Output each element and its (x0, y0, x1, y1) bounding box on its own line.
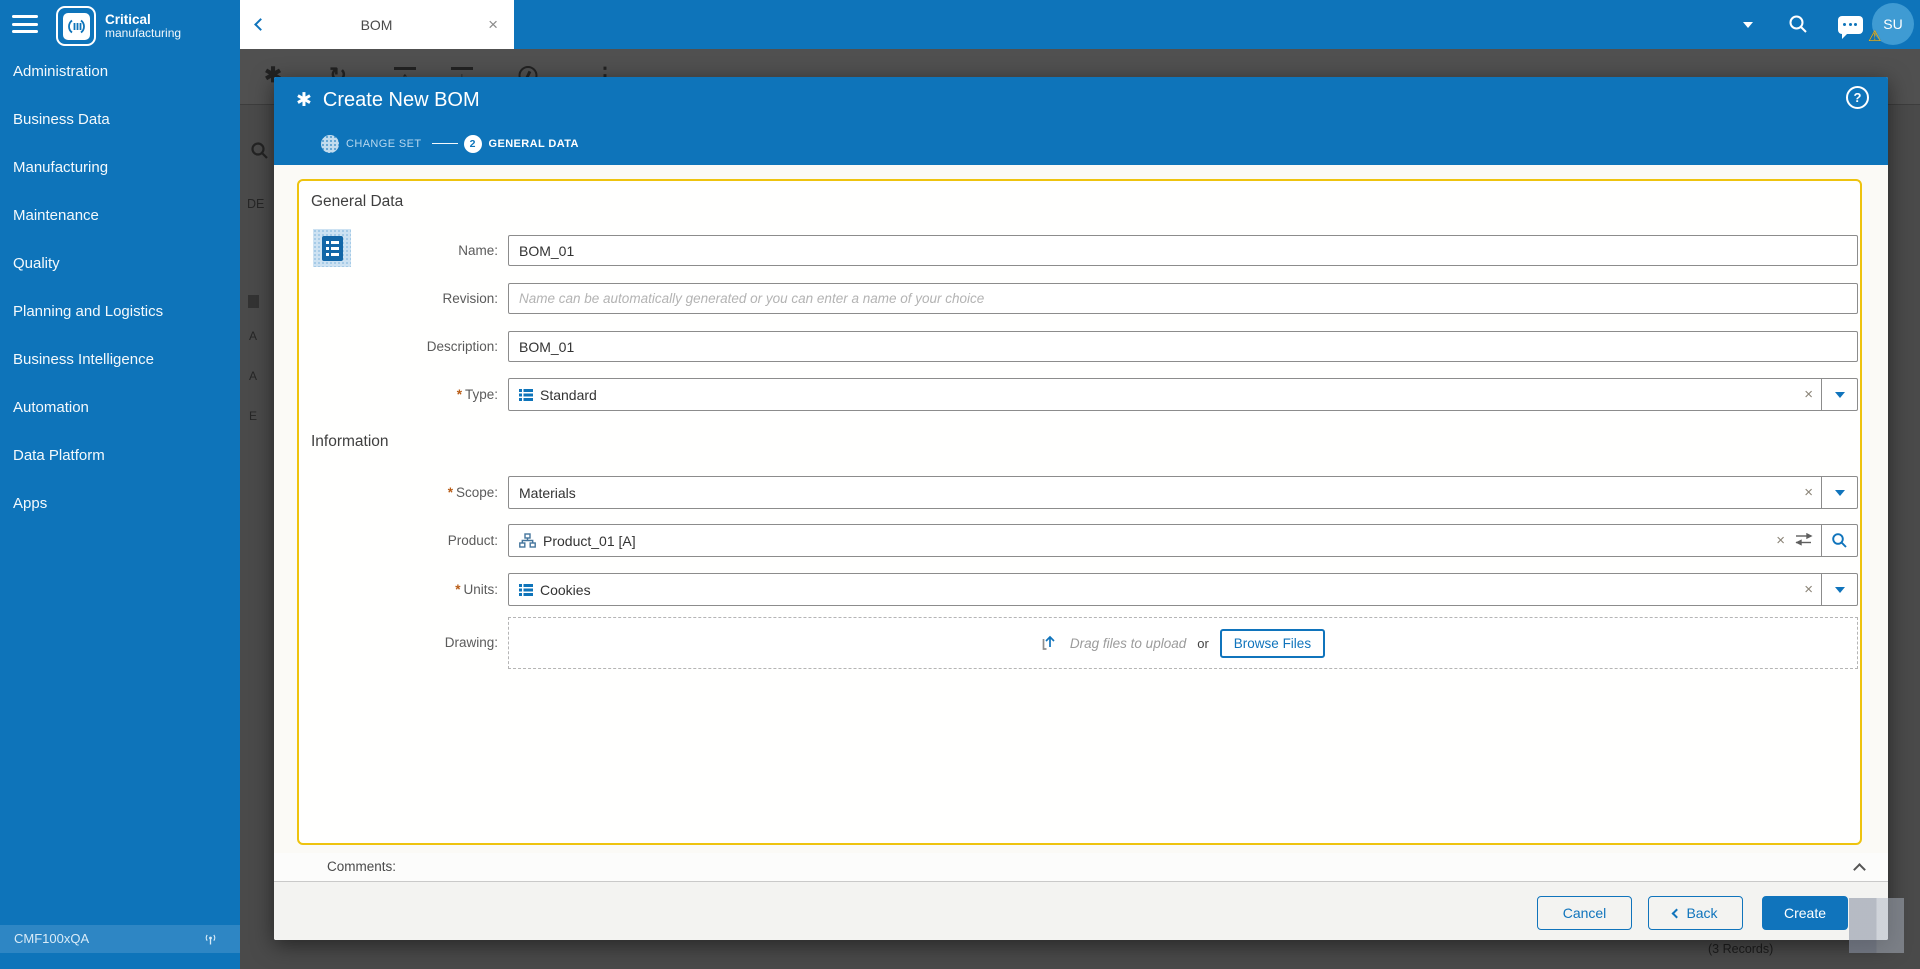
scope-select[interactable]: Materials × (508, 476, 1858, 509)
cancel-button[interactable]: Cancel (1537, 896, 1632, 930)
drag-files-text: Drag files to upload (1069, 635, 1187, 651)
section-general-data: General Data (311, 193, 404, 210)
new-entity-icon: ✱ (296, 90, 312, 111)
cursor-artifact-overlay (1849, 898, 1904, 953)
drawing-dropzone[interactable]: Drag files to upload or Browse Files (508, 617, 1858, 669)
product-hierarchy-icon (519, 533, 536, 548)
brand-name-line2: manufacturing (105, 25, 182, 40)
sidebar-item-maintenance[interactable]: Maintenance (0, 192, 240, 240)
background-column-header: DE (247, 197, 265, 211)
step1-label[interactable]: CHANGE SET (346, 138, 422, 150)
name-label: Name: (458, 243, 498, 258)
sidebar-item-apps[interactable]: Apps (0, 480, 240, 528)
tab-label: BOM (360, 16, 393, 33)
menu-hamburger-icon[interactable] (12, 15, 38, 35)
units-list-icon (519, 583, 533, 596)
comments-bar[interactable]: Comments: (274, 853, 1888, 882)
global-search-icon[interactable] (1784, 0, 1812, 49)
warning-badge-icon: ⚠ (1868, 28, 1882, 45)
scope-dropdown-icon[interactable] (1821, 477, 1857, 508)
upload-icon (1042, 635, 1055, 650)
sidebar: Critical manufacturing Administration Bu… (0, 0, 240, 969)
back-button[interactable]: Back (1648, 896, 1743, 930)
create-button[interactable]: Create (1762, 896, 1848, 930)
connectivity-icon (205, 934, 216, 945)
or-text: or (1197, 635, 1209, 651)
browse-files-button[interactable]: Browse Files (1219, 628, 1326, 658)
name-input[interactable]: BOM_01 (508, 235, 1858, 266)
tab-close-icon[interactable]: × (488, 15, 498, 35)
type-select[interactable]: Standard × (508, 378, 1858, 411)
avatar-initials: SU (1883, 16, 1903, 32)
product-picker[interactable]: Product_01 [A] × (508, 524, 1858, 557)
section-information: Information (311, 433, 389, 450)
back-chevron-icon (1671, 908, 1682, 919)
sidebar-item-business-data[interactable]: Business Data (0, 96, 240, 144)
type-clear-icon[interactable]: × (1804, 386, 1813, 403)
revision-label: Revision: (442, 291, 498, 306)
background-row-icon (248, 295, 259, 308)
general-data-panel: General Data Name: BOM_01 Revision: Name… (297, 179, 1862, 845)
comments-collapse-icon[interactable] (1853, 863, 1866, 876)
units-clear-icon[interactable]: × (1804, 581, 1813, 598)
units-dropdown-icon[interactable] (1821, 574, 1857, 605)
help-icon[interactable]: ? (1846, 86, 1869, 109)
sidebar-item-quality[interactable]: Quality (0, 240, 240, 288)
brand-logo: Critical manufacturing (56, 6, 181, 46)
type-label: * Type: (456, 387, 498, 402)
step1-indicator-icon[interactable] (321, 134, 339, 153)
product-search-button[interactable] (1821, 525, 1857, 556)
background-search-icon (251, 142, 268, 159)
description-input[interactable]: BOM_01 (508, 331, 1858, 362)
step2-label: GENERAL DATA (488, 137, 579, 150)
comments-label: Comments: (327, 859, 397, 874)
brand-name-line1: Critical (105, 11, 151, 27)
tab-bar: BOM × SU ⚠ (240, 0, 1920, 49)
background-row-text: A (249, 329, 258, 343)
scope-clear-icon[interactable]: × (1804, 484, 1813, 501)
units-label: * Units: (455, 582, 498, 597)
sidebar-item-data-platform[interactable]: Data Platform (0, 432, 240, 480)
step2-indicator-icon: 2 (463, 134, 482, 153)
sidebar-item-manufacturing[interactable]: Manufacturing (0, 144, 240, 192)
product-filter-icon[interactable] (1795, 532, 1813, 549)
messages-icon[interactable] (1836, 0, 1864, 49)
sidebar-item-automation[interactable]: Automation (0, 384, 240, 432)
revision-placeholder: Name can be automatically generated or y… (519, 291, 985, 306)
tabs-dropdown-icon[interactable] (1736, 0, 1760, 49)
background-row-text: E (249, 409, 258, 423)
description-label: Description: (426, 339, 498, 354)
product-label: Product: (447, 533, 498, 548)
drawing-label: Drawing: (444, 635, 498, 650)
background-row-text: A (249, 369, 258, 383)
sidebar-item-administration[interactable]: Administration (0, 48, 240, 96)
tab-bom[interactable]: BOM × (240, 0, 514, 49)
revision-input[interactable]: Name can be automatically generated or y… (508, 283, 1858, 314)
create-new-bom-dialog: ✱ Create New BOM ? CHANGE SET 2 GENERAL … (274, 77, 1888, 940)
sidebar-nav: Administration Business Data Manufacturi… (0, 48, 240, 528)
records-count: (3 Records) (1708, 942, 1774, 956)
wizard-steps: CHANGE SET 2 GENERAL DATA (321, 134, 579, 153)
dialog-title: ✱ Create New BOM (296, 89, 480, 111)
dialog-footer: Cancel Back Create (274, 882, 1888, 940)
tab-back-icon[interactable] (254, 16, 267, 34)
units-select[interactable]: Cookies × (508, 573, 1858, 606)
sidebar-item-business-intelligence[interactable]: Business Intelligence (0, 336, 240, 384)
type-list-icon (519, 388, 533, 401)
logo-icon (56, 6, 96, 46)
product-clear-icon[interactable]: × (1776, 532, 1785, 549)
scope-label: * Scope: (447, 485, 498, 500)
environment-statusbar: CMF100xQA (0, 925, 240, 953)
step-connector (431, 143, 458, 144)
dialog-header: ✱ Create New BOM ? CHANGE SET 2 GENERAL … (274, 77, 1888, 165)
environment-name: CMF100xQA (14, 931, 90, 946)
type-dropdown-icon[interactable] (1821, 379, 1857, 410)
sidebar-item-planning-logistics[interactable]: Planning and Logistics (0, 288, 240, 336)
